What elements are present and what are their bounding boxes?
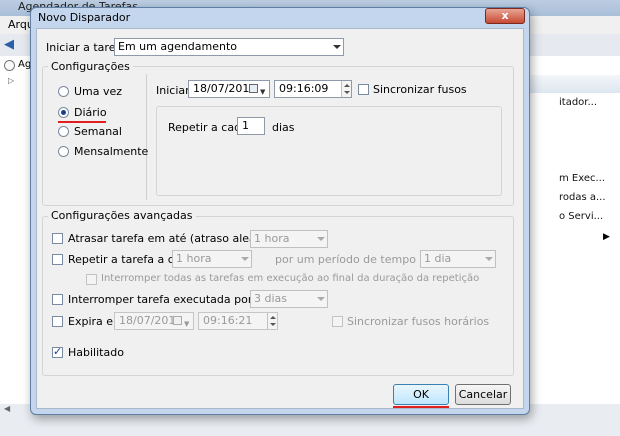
start-time-value: 09:16:09 [279, 82, 329, 95]
repeat-every-input[interactable]: 1 [237, 117, 265, 135]
stop-if-runs-select[interactable]: 3 dias [250, 290, 328, 308]
sync-timezones-checkbox[interactable] [358, 84, 369, 95]
enabled-checkbox[interactable] [52, 345, 63, 358]
stop-all-label: Interromper todas as tarefas em execução… [101, 273, 480, 284]
expire-time-field[interactable]: 09:16:21 [198, 312, 278, 330]
expire-time-value: 09:16:21 [203, 314, 253, 327]
action-item[interactable]: o Servi... [559, 211, 603, 222]
repeat-every-unit: dias [272, 121, 295, 134]
delay-value: 1 hora [254, 232, 290, 245]
radio-daily-label: Diário [74, 106, 107, 119]
highlight-underline [58, 121, 106, 123]
radio-weekly[interactable] [58, 126, 69, 137]
radio-once-label: Uma vez [74, 85, 123, 98]
actions-header [527, 75, 620, 93]
recurrence-panel [156, 106, 502, 196]
dropdown-arrow-icon [317, 297, 325, 301]
submenu-arrow-icon: ▶ [603, 232, 610, 242]
stop-all-checkbox[interactable] [86, 274, 97, 285]
action-item[interactable]: rodas a... [559, 192, 606, 203]
repeat-task-checkbox[interactable] [52, 254, 63, 265]
radio-monthly[interactable] [58, 146, 69, 157]
expire-date-field[interactable]: 18/07/2012 ▼ [114, 312, 194, 330]
settings-divider [146, 74, 147, 200]
expire-sync-label: Sincronizar fusos horários [347, 315, 490, 328]
sync-timezones-label: Sincronizar fusos [373, 83, 467, 96]
radio-once[interactable] [58, 86, 69, 97]
date-dropdown-icon[interactable]: ▼ [184, 316, 189, 332]
dialog-title: Novo Disparador [38, 11, 131, 24]
time-spinner-icon[interactable] [267, 313, 277, 329]
begin-task-select[interactable]: Em um agendamento [114, 38, 344, 56]
stop-if-runs-value: 3 dias [254, 292, 288, 305]
calendar-icon[interactable] [173, 316, 182, 325]
radio-weekly-label: Semanal [74, 125, 122, 138]
repeat-task-select[interactable]: 1 hora [172, 250, 252, 268]
tree-expand-icon[interactable]: ▷ [8, 76, 14, 85]
enabled-label: Habilitado [68, 346, 124, 359]
background-tree-pane: Agen ▷ [0, 56, 44, 406]
scroll-left-icon[interactable]: ◀ [4, 404, 10, 413]
duration-label: por um período de tempo de: [275, 253, 437, 266]
dropdown-arrow-icon [485, 257, 493, 261]
expire-sync-checkbox[interactable] [332, 316, 343, 327]
highlight-underline [393, 406, 449, 408]
action-item[interactable]: itador... [559, 97, 597, 108]
time-spinner-icon[interactable] [341, 81, 351, 97]
back-arrow-icon[interactable]: ◀ [4, 37, 14, 52]
advanced-legend: Configurações avançadas [48, 209, 196, 222]
calendar-icon[interactable] [249, 84, 258, 93]
start-date-value: 18/07/2011 [193, 82, 257, 95]
dropdown-arrow-icon [241, 257, 249, 261]
duration-value: 1 dia [424, 252, 452, 265]
scheduler-icon [4, 60, 15, 71]
radio-daily[interactable] [58, 107, 69, 118]
radio-monthly-label: Mensalmente [74, 145, 149, 158]
close-button[interactable]: x [485, 8, 525, 24]
stop-if-runs-checkbox[interactable] [52, 294, 63, 305]
background-actions-pane: itador... m Exec... rodas a... o Servi..… [527, 56, 620, 406]
repeat-every-value: 1 [242, 119, 249, 132]
dropdown-arrow-icon [333, 45, 341, 49]
dropdown-arrow-icon [317, 237, 325, 241]
delay-select[interactable]: 1 hora [250, 230, 328, 248]
start-time-field[interactable]: 09:16:09 [274, 80, 352, 98]
cancel-button[interactable]: Cancelar [455, 384, 511, 405]
action-item[interactable]: m Exec... [559, 173, 605, 184]
date-dropdown-icon[interactable]: ▼ [260, 84, 265, 100]
settings-legend: Configurações [48, 60, 133, 73]
start-date-field[interactable]: 18/07/2011 ▼ [188, 80, 270, 98]
delay-checkbox[interactable] [52, 233, 63, 244]
begin-task-value: Em um agendamento [118, 40, 238, 53]
ok-button[interactable]: OK [393, 384, 449, 405]
expire-checkbox[interactable] [52, 316, 63, 327]
duration-select[interactable]: 1 dia [420, 250, 496, 268]
repeat-task-value: 1 hora [176, 252, 212, 265]
